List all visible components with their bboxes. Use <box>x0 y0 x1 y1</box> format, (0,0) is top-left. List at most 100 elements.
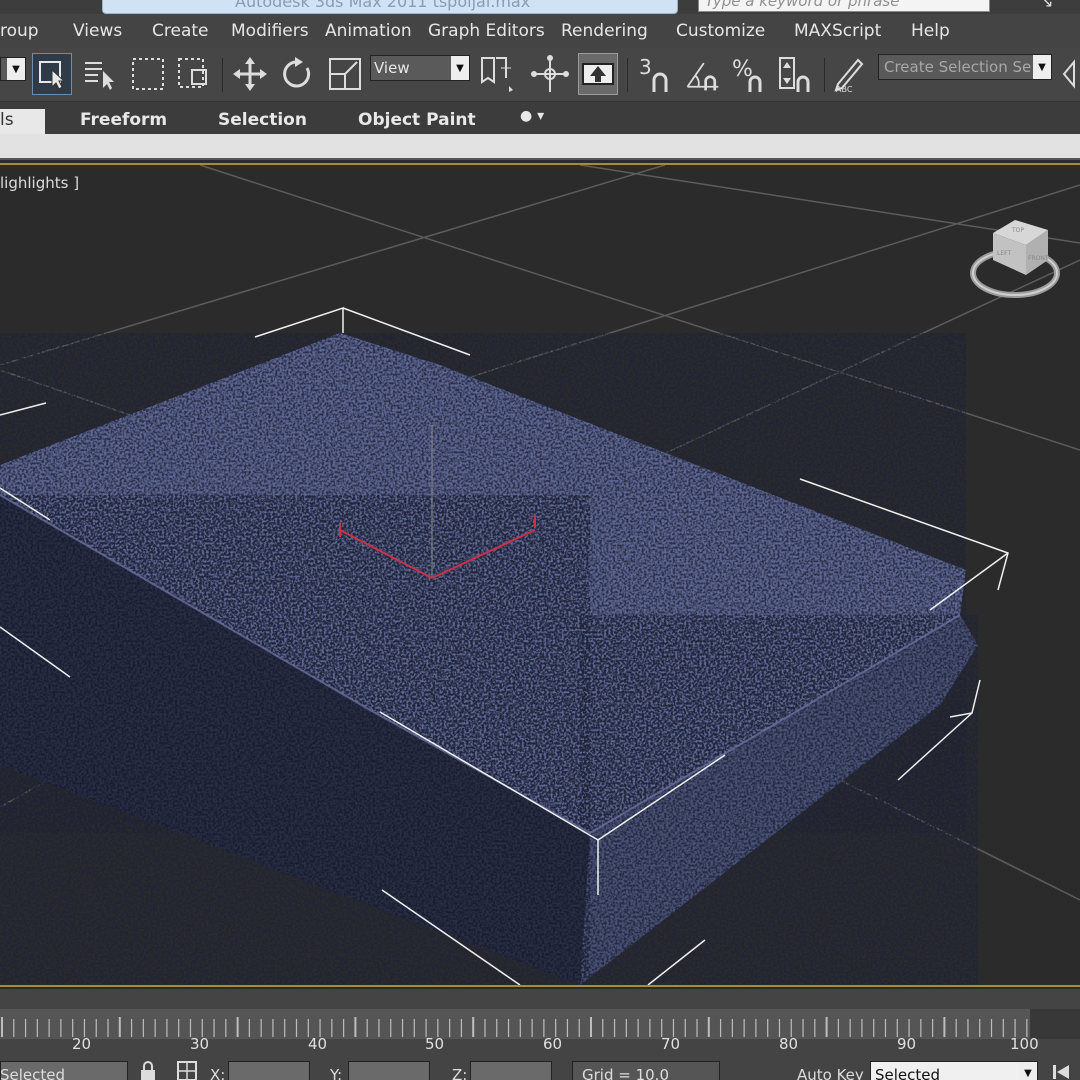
mirror-icon <box>1062 59 1075 89</box>
toolbar-divider <box>824 58 825 92</box>
menu-customize[interactable]: Customize <box>676 21 765 41</box>
rectangular-selection-button[interactable] <box>128 53 168 95</box>
rotate-icon <box>283 57 311 88</box>
spinner-snap-button[interactable] <box>776 53 816 95</box>
key-filter-dropdown[interactable]: Selected ▼ <box>870 1061 1038 1080</box>
transform-type-in-icon <box>177 1061 197 1080</box>
go-to-start-button[interactable] <box>1050 1060 1072 1080</box>
select-and-manipulate-button[interactable] <box>530 53 570 95</box>
menu-modifiers[interactable]: Modifiers <box>231 21 309 41</box>
snaps-toggle-button[interactable]: 3 <box>634 53 674 95</box>
x-coord-label: X: <box>210 1066 226 1080</box>
absolute-mode-button[interactable] <box>176 1060 198 1080</box>
scale-icon <box>329 58 361 90</box>
selection-filter-dropdown[interactable]: ▼ <box>0 57 26 81</box>
tab-selection[interactable]: Selection <box>218 110 307 130</box>
chevron-down-icon: ▼ <box>451 56 469 80</box>
tick-label: 50 <box>425 1035 445 1053</box>
menu-views[interactable]: Views <box>73 21 122 41</box>
viewcube[interactable]: TOP LEFT FRONT <box>970 220 1060 298</box>
named-selection-value: Create Selection Se <box>884 58 1032 76</box>
y-coord-label: Y: <box>330 1066 343 1080</box>
selection-lock-button[interactable] <box>137 1060 159 1080</box>
help-icon[interactable]: ↘ <box>1040 0 1058 11</box>
viewcube-top-label: TOP <box>1011 227 1024 234</box>
y-coord-input[interactable] <box>348 1061 430 1080</box>
reference-coord-dropdown[interactable]: View ▼ <box>370 55 470 81</box>
tick-label: 40 <box>308 1035 328 1053</box>
angle-snap-icon <box>686 62 719 91</box>
menu-maxscript[interactable]: MAXScript <box>794 21 881 41</box>
main-toolbar: ▼ View ▼ 3 % ABC Create Selection Se ▼ <box>0 48 1080 102</box>
reference-coord-value: View <box>374 59 410 77</box>
chevron-down-icon: ▼ <box>1033 55 1051 79</box>
scale-button[interactable] <box>325 53 365 95</box>
toolbar-divider <box>222 58 223 92</box>
menu-create[interactable]: Create <box>152 21 209 41</box>
search-placeholder: Type a keyword or phrase <box>705 0 900 10</box>
auto-key-button[interactable]: Auto Key <box>797 1066 864 1080</box>
tab-freeform[interactable]: Freeform <box>80 110 167 130</box>
ribbon-tabs: ls Freeform Selection Object Paint ● ▾ <box>0 102 1080 134</box>
window-crossing-icon <box>178 58 207 88</box>
z-coord-input[interactable] <box>470 1061 552 1080</box>
key-filter-value: Selected <box>875 1066 941 1080</box>
mirror-button[interactable] <box>1060 53 1080 95</box>
edit-named-selection-icon: ABC <box>834 58 864 94</box>
z-coord-label: Z: <box>452 1066 468 1080</box>
angle-snap-button[interactable] <box>682 53 722 95</box>
viewcube-front-label: FRONT <box>1028 255 1049 262</box>
select-object-button[interactable] <box>32 53 72 95</box>
percent-snap-button[interactable]: % <box>728 53 768 95</box>
spinner-snap-icon <box>779 57 810 92</box>
tick-label: 30 <box>190 1035 210 1053</box>
viewport-shading-label[interactable]: lighlights ] <box>0 174 79 192</box>
tick-label: 100 <box>1010 1035 1039 1053</box>
move-button[interactable] <box>230 53 270 95</box>
pivot-center-button[interactable] <box>476 53 516 95</box>
tick-label: 80 <box>779 1035 799 1053</box>
status-bar: Selected X: Y: Z: Grid = 10.0 Auto Key S… <box>0 1057 1080 1080</box>
viewport-scene: TOP LEFT FRONT <box>0 165 1080 985</box>
percent-snap-label: % <box>732 57 753 82</box>
box-object[interactable] <box>0 333 978 985</box>
title-bar: Autodesk 3ds Max 2011 tspoljal.max Type … <box>0 0 1080 14</box>
menu-group[interactable]: roup <box>0 21 39 41</box>
track-bar[interactable]: 20 30 40 50 60 70 80 90 100 <box>0 989 1080 1057</box>
pivot-center-icon <box>481 57 513 92</box>
named-selection-dropdown[interactable]: Create Selection Se ▼ <box>878 54 1052 80</box>
go-to-start-icon <box>1053 1065 1069 1079</box>
x-coord-input[interactable] <box>228 1061 310 1080</box>
tab-modeling[interactable]: ls <box>0 109 45 134</box>
perspective-viewport[interactable]: TOP LEFT FRONT lighlights ] <box>0 163 1080 987</box>
search-input[interactable]: Type a keyword or phrase <box>698 0 990 12</box>
menu-rendering[interactable]: Rendering <box>561 21 648 41</box>
tab-object-paint[interactable]: Object Paint <box>358 110 476 130</box>
select-object-icon <box>39 61 66 90</box>
menu-bar: roup Views Create Modifiers Animation Gr… <box>0 14 1080 48</box>
tick-label: 70 <box>661 1035 681 1053</box>
edit-named-selection-button[interactable]: ABC <box>830 53 870 95</box>
snap-dimension-label: 3 <box>639 55 652 79</box>
selection-count-text: Selected <box>0 1066 66 1080</box>
chevron-down-icon: ▼ <box>1019 1062 1037 1080</box>
move-icon <box>233 57 267 91</box>
ribbon-panel <box>0 134 1080 160</box>
track-bar-ticks <box>1 1017 1028 1037</box>
manipulate-icon <box>531 55 569 92</box>
select-by-name-button[interactable] <box>80 53 120 95</box>
chevron-down-icon: ▼ <box>7 58 25 80</box>
keyboard-shortcut-override-button[interactable] <box>578 53 618 95</box>
menu-animation[interactable]: Animation <box>325 21 412 41</box>
window-crossing-button[interactable] <box>174 53 214 95</box>
tab-modeling-label: ls <box>0 110 14 130</box>
menu-graph-editors[interactable]: Graph Editors <box>428 21 545 41</box>
grid-size-text: Grid = 10.0 <box>582 1066 669 1080</box>
keyboard-override-icon <box>582 63 614 85</box>
tick-label: 60 <box>543 1035 563 1053</box>
ribbon-options-icon[interactable]: ● ▾ <box>520 108 544 124</box>
rotate-button[interactable] <box>277 53 317 95</box>
select-by-name-icon <box>85 62 114 90</box>
menu-help[interactable]: Help <box>911 21 950 41</box>
rectangular-selection-icon <box>132 58 164 90</box>
